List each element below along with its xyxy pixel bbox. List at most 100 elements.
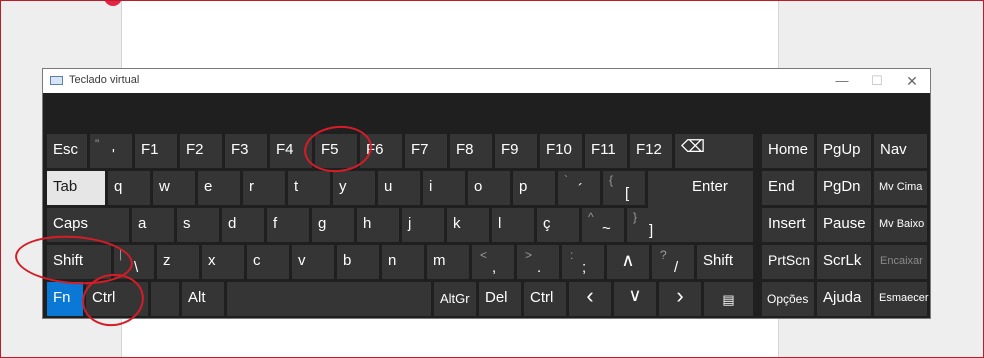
key-label: Shift [703,252,734,269]
key-pipe[interactable]: | \ [114,245,154,279]
key-t[interactable]: t [288,171,330,205]
key-pause[interactable]: Pause [817,208,871,242]
key-tilde[interactable]: ^ ~ [582,208,624,242]
close-button[interactable]: ✕ [901,71,923,91]
key-lower: ; [582,259,587,276]
key-label: y [339,178,347,195]
key-insert[interactable]: Insert [762,208,814,242]
key-f10[interactable]: F10 [540,134,582,168]
key-f3[interactable]: F3 [225,134,267,168]
key-options[interactable]: Opções [762,282,814,316]
cursor-dot [104,0,122,6]
key-a[interactable]: a [132,208,174,242]
key-lower: [ [625,185,630,202]
key-windows[interactable] [151,282,179,316]
key-fn[interactable]: Fn [47,282,83,316]
key-bracket-close[interactable]: } ] [627,208,669,242]
key-f6[interactable]: F6 [360,134,402,168]
key-acute[interactable]: ` ´ [558,171,600,205]
key-m[interactable]: m [427,245,469,279]
key-move-up[interactable]: Mv Cima [874,171,927,205]
key-slash[interactable]: ? / [652,245,694,279]
key-label: Pause [823,215,866,232]
key-nav[interactable]: Nav [874,134,927,168]
key-label: c [253,252,261,269]
key-z[interactable]: z [157,245,199,279]
key-left[interactable]: ‹ [569,282,611,316]
key-p[interactable]: p [513,171,555,205]
key-e[interactable]: e [198,171,240,205]
key-down[interactable]: ∨ [614,282,656,316]
key-label: F11 [591,141,616,158]
key-pgdn[interactable]: PgDn [817,171,871,205]
key-i[interactable]: i [423,171,465,205]
key-x[interactable]: x [202,245,244,279]
key-right[interactable]: › [659,282,701,316]
key-altgr[interactable]: AltGr [434,282,476,316]
key-up[interactable]: ∧ [607,245,649,279]
key-f9[interactable]: F9 [495,134,537,168]
key-n[interactable]: n [382,245,424,279]
key-quote[interactable]: " ' [90,134,132,168]
key-cedilla[interactable]: ç [537,208,579,242]
key-comma[interactable]: < , [472,245,514,279]
key-f2[interactable]: F2 [180,134,222,168]
key-j[interactable]: j [402,208,444,242]
key-f[interactable]: f [267,208,309,242]
key-l[interactable]: l [492,208,534,242]
key-s[interactable]: s [177,208,219,242]
key-f4[interactable]: F4 [270,134,312,168]
key-u[interactable]: u [378,171,420,205]
minimize-button[interactable]: — [831,71,853,91]
key-upper: } [633,210,638,224]
key-h[interactable]: h [357,208,399,242]
key-r[interactable]: r [243,171,285,205]
key-w[interactable]: w [153,171,195,205]
key-prtscn[interactable]: PrtScn [762,245,814,279]
key-help[interactable]: Ajuda [817,282,871,316]
key-end[interactable]: End [762,171,814,205]
key-f8[interactable]: F8 [450,134,492,168]
key-c[interactable]: c [247,245,289,279]
key-label: Esc [53,141,79,158]
key-alt[interactable]: Alt [182,282,224,316]
key-label: ScrLk [823,252,862,269]
key-shift-right[interactable]: Shift [697,245,753,279]
key-d[interactable]: d [222,208,264,242]
key-scrlk[interactable]: ScrLk [817,245,871,279]
key-menu[interactable]: ▤ [704,282,753,316]
key-f7[interactable]: F7 [405,134,447,168]
key-f12[interactable]: F12 [630,134,672,168]
key-dock[interactable]: Encaixar [874,245,927,279]
key-move-down[interactable]: Mv Baixo [874,208,927,242]
key-tab[interactable]: Tab [47,171,105,205]
key-label: x [208,252,216,269]
key-semicolon[interactable]: : ; [562,245,604,279]
key-home[interactable]: Home [762,134,814,168]
key-bracket-open[interactable]: { [ [603,171,645,205]
key-y[interactable]: y [333,171,375,205]
maximize-button[interactable]: ☐ [866,71,888,91]
key-del[interactable]: Del [479,282,521,316]
key-k[interactable]: k [447,208,489,242]
key-f5[interactable]: F5 [315,134,357,168]
key-g[interactable]: g [312,208,354,242]
key-o[interactable]: o [468,171,510,205]
key-v[interactable]: v [292,245,334,279]
key-space[interactable] [227,282,431,316]
key-label: Enter [692,178,728,195]
key-shift-left[interactable]: Shift [47,245,111,279]
key-f1[interactable]: F1 [135,134,177,168]
title-bar[interactable]: Teclado virtual — ☐ ✕ [43,69,930,93]
key-b[interactable]: b [337,245,379,279]
key-ctrl-left[interactable]: Ctrl [86,282,148,316]
key-fade[interactable]: Esmaecer [874,282,929,316]
key-backspace[interactable]: ⌫ [675,134,753,168]
key-f11[interactable]: F11 [585,134,627,168]
key-pgup[interactable]: PgUp [817,134,871,168]
key-caps[interactable]: Caps [47,208,129,242]
key-ctrl-right[interactable]: Ctrl [524,282,566,316]
key-esc[interactable]: Esc [47,134,87,168]
key-q[interactable]: q [108,171,150,205]
key-period[interactable]: > . [517,245,559,279]
